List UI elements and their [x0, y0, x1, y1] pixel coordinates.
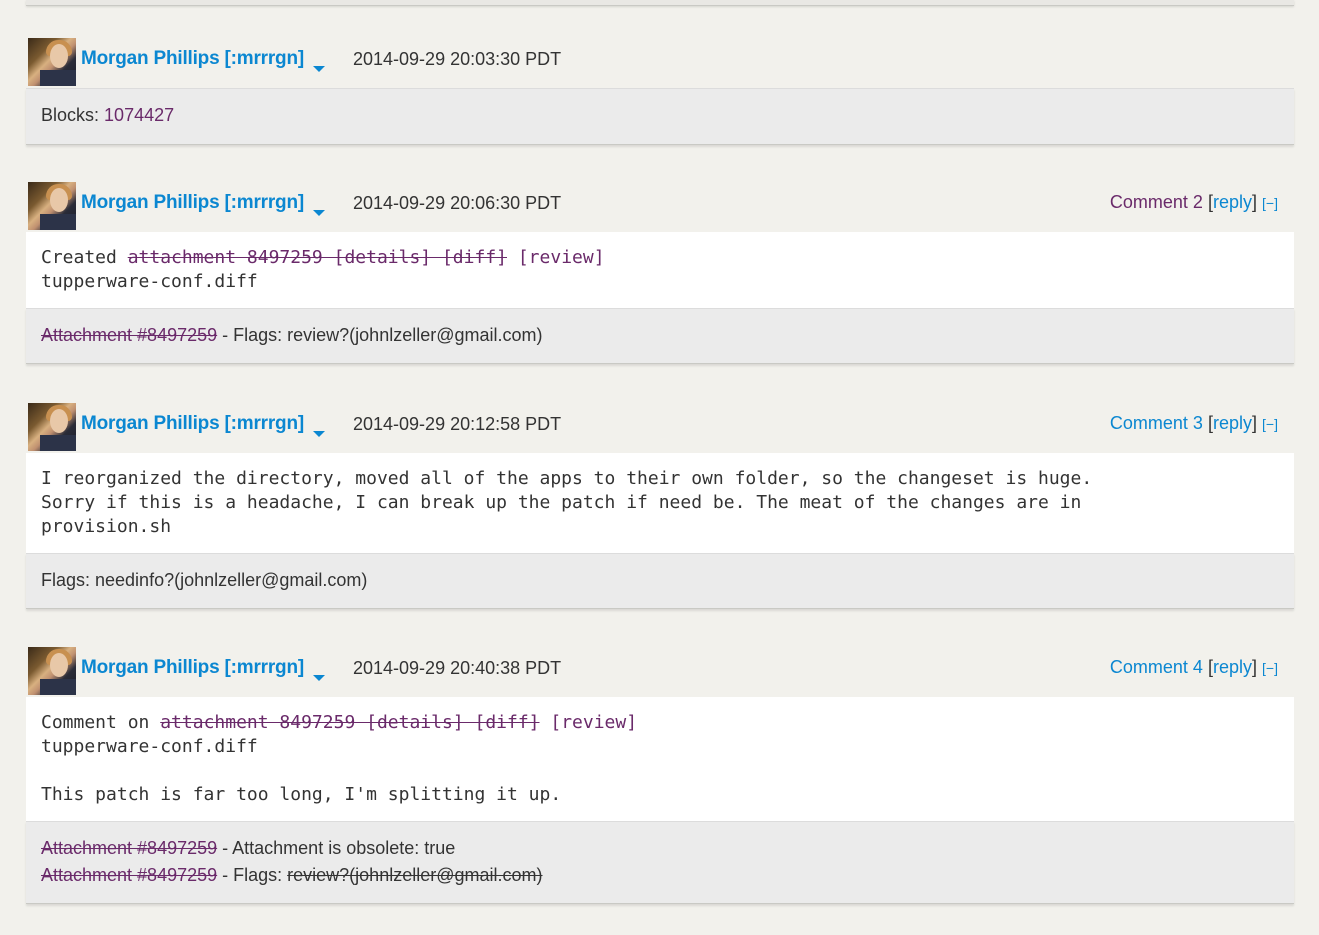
- comment-body: I reorganized the directory, moved all o…: [26, 453, 1294, 553]
- user-menu-caret-icon[interactable]: [313, 675, 325, 681]
- user-name-link[interactable]: Morgan Phillips [:mrrrgn]: [81, 48, 304, 70]
- comment-text: This patch is far too long, I'm splittin…: [41, 784, 562, 805]
- comment-meta: Attachment #8497259 - Flags: review?(joh…: [26, 308, 1294, 364]
- change-date: 2014-09-29 20:03:30 PDT: [353, 49, 562, 69]
- user-menu-caret-icon[interactable]: [313, 210, 325, 216]
- reply-link[interactable]: reply: [1213, 192, 1252, 212]
- attachment-link[interactable]: attachment 8497259 [details] [diff]: [160, 712, 539, 733]
- attachment-filename: tupperware-conf.diff: [41, 271, 258, 292]
- user-avatar[interactable]: [28, 182, 76, 230]
- attachment-meta-link[interactable]: Attachment #8497259: [41, 838, 217, 858]
- comment-header: Morgan Phillips [:mrrrgn] 2014-09-29 20:…: [26, 645, 1294, 697]
- removed-flag: review?(johnlzeller@gmail.com): [287, 865, 543, 885]
- comment-actions: Comment 2 [reply] [−]: [1109, 192, 1278, 212]
- comment-2: Morgan Phillips [:mrrrgn] 2014-09-29 20:…: [26, 180, 1294, 364]
- comment-number-link[interactable]: Comment 2: [1110, 192, 1203, 212]
- comment-number-link[interactable]: Comment 4: [1110, 657, 1203, 677]
- comment-actions: Comment 3 [reply] [−]: [1109, 413, 1278, 433]
- user-menu-caret-icon[interactable]: [313, 66, 325, 72]
- collapse-toggle[interactable]: [−]: [1262, 416, 1278, 432]
- reply-link[interactable]: reply: [1213, 657, 1252, 677]
- comment-date: 2014-09-29 20:12:58 PDT: [353, 414, 562, 434]
- review-link[interactable]: [review]: [550, 712, 637, 733]
- meta-line-obsolete: Attachment #8497259 - Attachment is obso…: [41, 838, 456, 858]
- change-header: Morgan Phillips [:mrrrgn] 2014-09-29 20:…: [26, 36, 1294, 88]
- comment-4: Morgan Phillips [:mrrrgn] 2014-09-29 20:…: [26, 645, 1294, 904]
- attachment-filename: tupperware-conf.diff: [41, 736, 258, 757]
- comment-3: Morgan Phillips [:mrrrgn] 2014-09-29 20:…: [26, 401, 1294, 609]
- collapse-toggle[interactable]: [−]: [1262, 660, 1278, 676]
- attachment-meta-link[interactable]: Attachment #8497259: [41, 325, 217, 345]
- user-avatar[interactable]: [28, 38, 76, 86]
- review-link[interactable]: [review]: [518, 247, 605, 268]
- user-name-link[interactable]: Morgan Phillips [:mrrrgn]: [81, 657, 304, 679]
- change-set-1: Morgan Phillips [:mrrrgn] 2014-09-29 20:…: [26, 36, 1294, 145]
- comment-body: Comment on attachment 8497259 [details] …: [26, 697, 1294, 821]
- comment-header: Morgan Phillips [:mrrrgn] 2014-09-29 20:…: [26, 401, 1294, 453]
- meta-line-flags: Attachment #8497259 - Flags: review?(joh…: [41, 865, 543, 885]
- comment-meta: Attachment #8497259 - Attachment is obso…: [26, 821, 1294, 904]
- attachment-meta-link[interactable]: Attachment #8497259: [41, 865, 217, 885]
- change-meta: Blocks: 1074427: [26, 88, 1294, 145]
- previous-change-bottom: [26, 0, 1294, 6]
- user-name-link[interactable]: Morgan Phillips [:mrrrgn]: [81, 413, 304, 435]
- blocks-label: Blocks:: [41, 105, 100, 125]
- user-avatar[interactable]: [28, 647, 76, 695]
- reply-link[interactable]: reply: [1213, 413, 1252, 433]
- comment-date: 2014-09-29 20:40:38 PDT: [353, 658, 562, 678]
- comment-meta: Flags: needinfo?(johnlzeller@gmail.com): [26, 553, 1294, 609]
- collapse-toggle[interactable]: [−]: [1262, 195, 1278, 211]
- comment-number-link[interactable]: Comment 3: [1110, 413, 1203, 433]
- comment-header: Morgan Phillips [:mrrrgn] 2014-09-29 20:…: [26, 180, 1294, 232]
- blocks-bug-link[interactable]: 1074427: [104, 105, 174, 125]
- user-avatar[interactable]: [28, 403, 76, 451]
- comment-body: Created attachment 8497259 [details] [di…: [26, 232, 1294, 308]
- user-name-link[interactable]: Morgan Phillips [:mrrrgn]: [81, 192, 304, 214]
- comment-actions: Comment 4 [reply] [−]: [1109, 657, 1278, 677]
- attachment-link[interactable]: attachment 8497259 [details] [diff]: [128, 247, 507, 268]
- user-menu-caret-icon[interactable]: [313, 431, 325, 437]
- comment-date: 2014-09-29 20:06:30 PDT: [353, 193, 562, 213]
